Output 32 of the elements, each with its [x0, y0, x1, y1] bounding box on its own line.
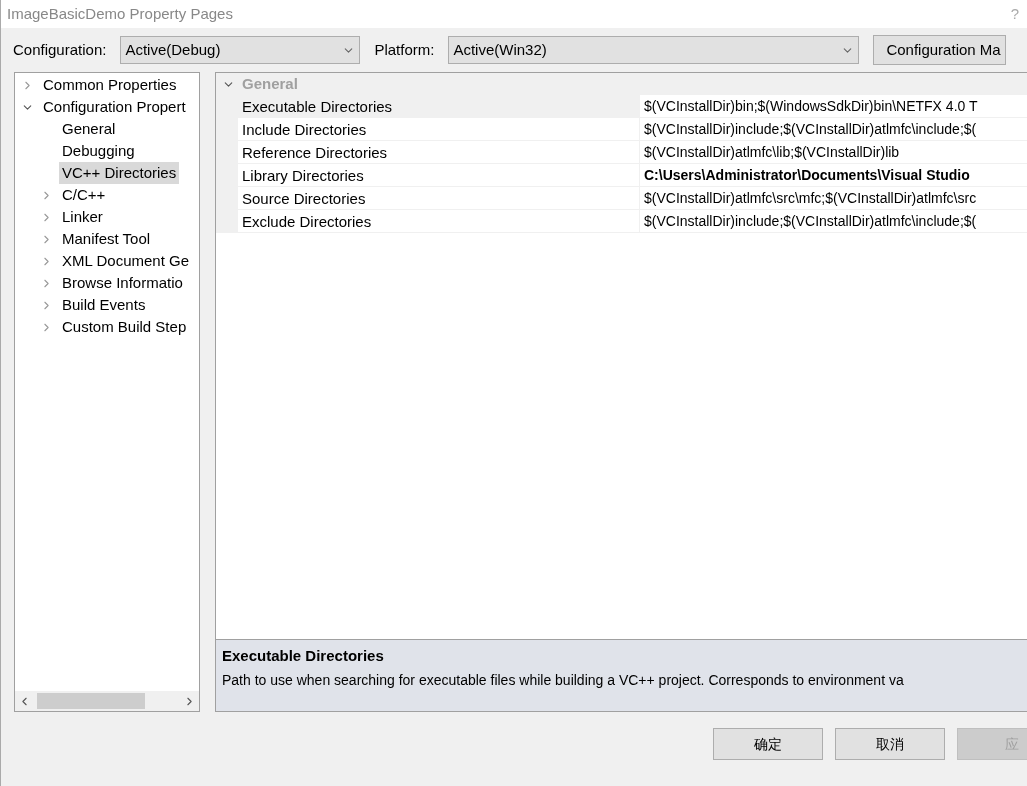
horizontal-scrollbar[interactable]: [15, 691, 199, 711]
property-value[interactable]: $(VCInstallDir)atlmfc\lib;$(VCInstallDir)lib: [640, 141, 1027, 163]
window-title: ImageBasicDemo Property Pages: [7, 3, 233, 24]
description-text: Path to use when searching for executable files while building a VC++ project. Corresponds to environment va: [222, 670, 905, 690]
scrollbar-thumb[interactable]: [37, 693, 145, 709]
property-name[interactable]: Executable Directories: [238, 95, 640, 117]
tree-item[interactable]: XML Document Ge: [59, 250, 192, 272]
tree-item[interactable]: VC++ Directories: [59, 162, 180, 184]
configuration-label: Configuration:: [13, 39, 107, 60]
tree-item[interactable]: Debugging: [59, 140, 138, 162]
category-header: General: [242, 73, 298, 94]
property-value[interactable]: $(VCInstallDir)bin;$(WindowsSdkDir)bin\NETFX 4.0 T: [640, 95, 1027, 117]
dialog-button[interactable]: 取消: [835, 728, 945, 760]
configuration-manager-button[interactable]: Configuration Ma: [873, 35, 1006, 65]
platform-dropdown[interactable]: Active(Win32): [448, 36, 860, 64]
tree-item[interactable]: Linker: [59, 206, 106, 228]
tree-item[interactable]: Build Events: [59, 294, 149, 316]
configuration-dropdown[interactable]: Active(Debug): [120, 36, 361, 64]
tree-item[interactable]: C/C++: [59, 184, 109, 206]
tree-item[interactable]: Common Properties: [40, 74, 180, 96]
description-title: Executable Directories: [222, 646, 385, 666]
dialog-button[interactable]: 确定: [713, 728, 823, 760]
tree-item[interactable]: General: [59, 118, 119, 140]
property-value[interactable]: $(VCInstallDir)atlmfc\src\mfc;$(VCInstallDir)atlmfc\src: [640, 187, 1027, 209]
property-value[interactable]: $(VCInstallDir)include;$(VCInstallDir)atlmfc\include;$(: [640, 118, 1027, 140]
tree-item[interactable]: Manifest Tool: [59, 228, 154, 250]
tree-item[interactable]: Browse Informatio: [59, 272, 186, 294]
property-value[interactable]: C:\Users\Administrator\Documents\Visual Studio: [640, 164, 1027, 186]
tree-item[interactable]: Custom Build Step: [59, 316, 190, 338]
property-value[interactable]: $(VCInstallDir)include;$(VCInstallDir)atlmfc\include;$(: [640, 210, 1027, 232]
platform-label: Platform:: [374, 39, 435, 60]
tree-item[interactable]: Configuration Propert: [40, 96, 189, 118]
